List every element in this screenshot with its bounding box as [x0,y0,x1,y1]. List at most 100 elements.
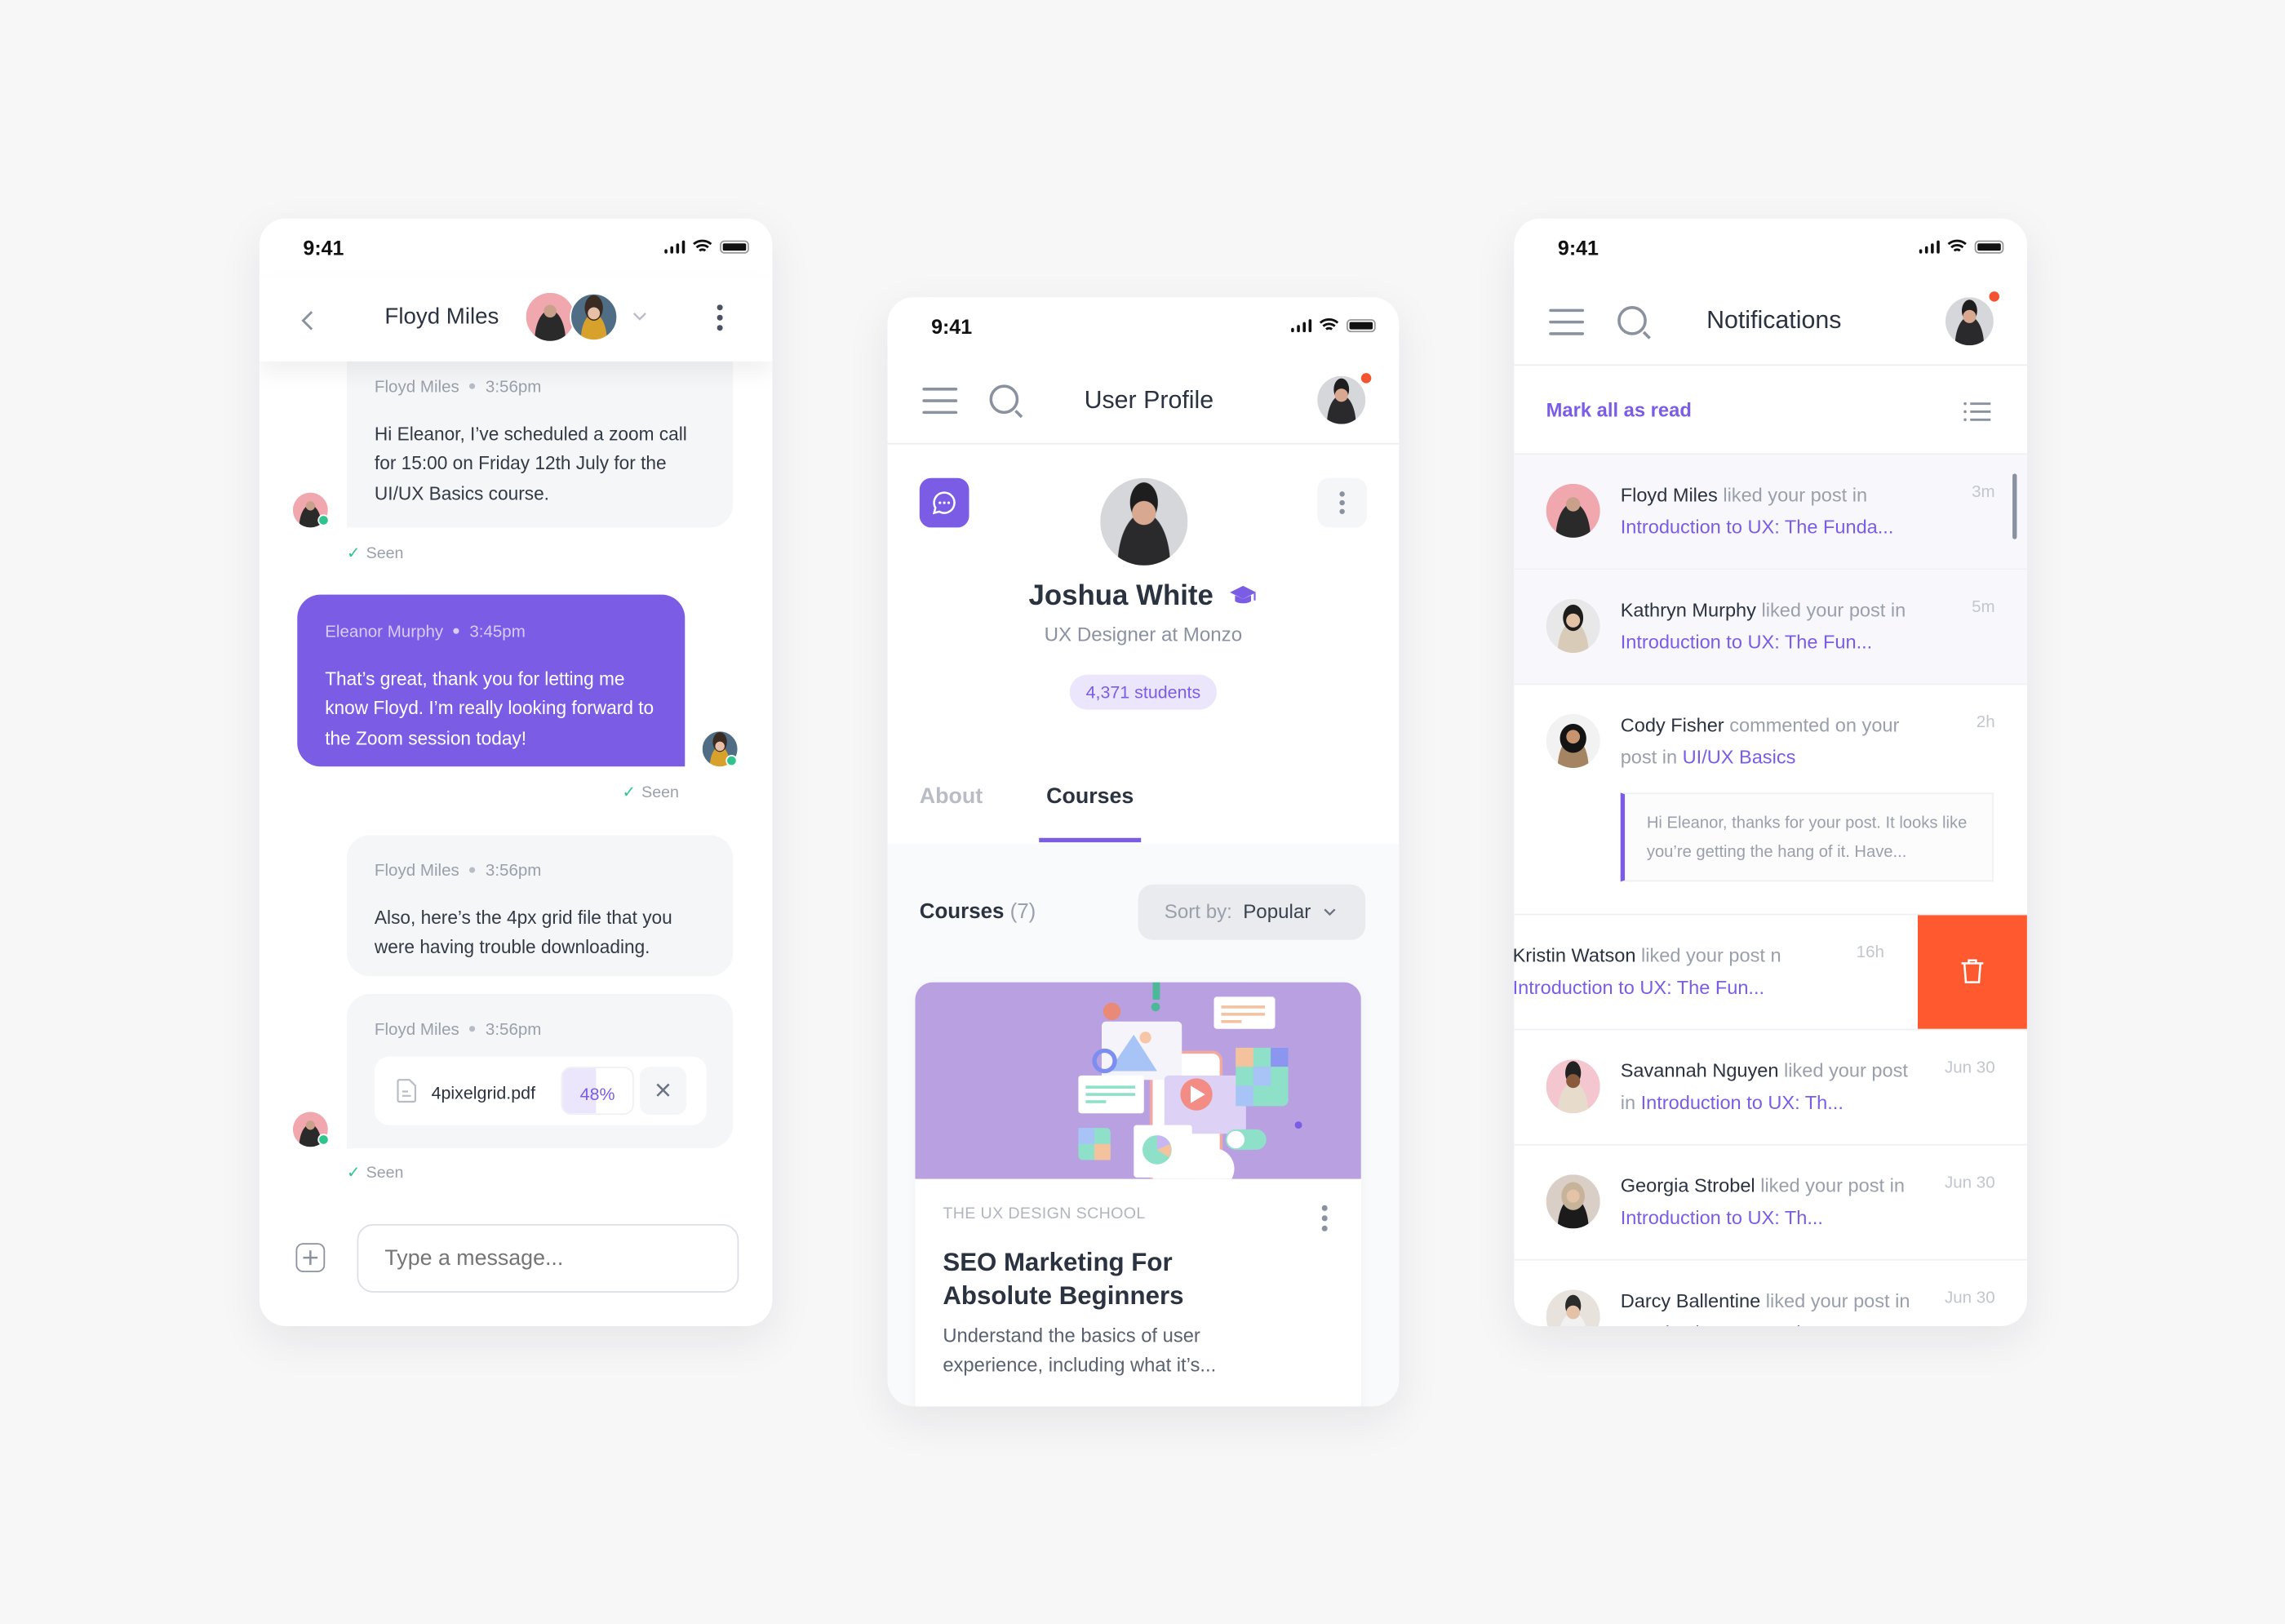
course-thumbnail [915,982,1361,1179]
message-meta: Floyd Miles 3:56pm [374,379,542,397]
user-avatar[interactable] [1317,375,1366,424]
tab-courses[interactable]: Courses [1046,784,1134,809]
cancel-upload-button[interactable] [639,1067,687,1116]
message-user-button[interactable] [919,477,969,528]
notification-time: 5m [1972,598,1995,617]
notification-time: 3m [1972,483,1995,502]
notification-link[interactable]: Introduction to UX: The Fun... [1621,630,1873,652]
profile-header: User Profile [887,362,1400,445]
notification-item[interactable]: Kathryn Murphy liked your post in Introd… [1514,570,2027,686]
notification-text: Kristin Watson liked your post n Introdu… [1514,944,1781,998]
notification-item[interactable]: Cody Fisher commented on your post in UI… [1514,685,2027,916]
message-bubble-outgoing: Eleanor Murphy 3:45pm That’s great, thank… [297,594,686,767]
participant-avatar-eleanor [570,292,619,341]
search-icon[interactable] [1617,305,1647,335]
profile-more-button[interactable] [1317,477,1367,528]
close-icon [656,1083,670,1097]
notification-text: Darcy Ballentine liked your post in Intr… [1621,1285,1912,1326]
scrollbar[interactable] [2012,473,2017,539]
user-avatar[interactable] [1945,297,1994,346]
notification-link[interactable]: UI/UX Basics [1683,745,1796,767]
notification-avatar [1546,713,1600,769]
message-meta: Floyd Miles 3:56pm [374,1021,542,1040]
battery-icon [1974,239,2004,253]
notification-text: Kathryn Murphy liked your post in Introd… [1620,598,1906,653]
notification-link[interactable]: Introduction to UX: Th... [1641,1091,1844,1113]
add-attachment-button[interactable] [295,1243,326,1272]
search-icon[interactable] [989,384,1019,415]
online-indicator [317,514,330,526]
more-options-icon [1339,491,1345,514]
message-text: Hi Eleanor, I’ve scheduled a zoom call f… [374,423,687,504]
chevron-down-icon [1324,908,1336,916]
profile-avatar [1100,477,1188,566]
online-indicator [317,1134,330,1146]
participants-dropdown-icon[interactable] [632,312,647,322]
notification-avatar [1546,1289,1600,1326]
filter-list-icon[interactable] [1963,401,1992,423]
comment-quote: Hi Eleanor, thanks for your post. It loo… [1620,792,1994,882]
back-chevron-icon[interactable] [300,309,315,333]
sort-value: Popular [1243,900,1311,923]
notification-item[interactable]: Floyd Miles liked your post in Introduct… [1514,455,2027,570]
plus-icon [303,1250,318,1265]
menu-icon[interactable] [1549,308,1585,344]
notification-link[interactable]: Introduction to UX: The Funda... [1621,515,1894,537]
message-meta: Eleanor Murphy 3:45pm [325,623,526,641]
file-icon [397,1079,416,1103]
notification-item[interactable]: Darcy Ballentine liked your post in Intr… [1514,1261,2027,1326]
notification-dot [1989,291,1999,302]
notification-time: Jun 30 [1944,1059,1995,1077]
wifi-icon [1947,239,1967,252]
seen-status: ✓ Seen [622,783,680,802]
profile-name-row: Joshua White [887,580,1399,614]
mark-all-read-link[interactable]: Mark all as read [1546,399,1692,421]
seen-status: ✓ Seen [346,1164,404,1183]
upload-progress-label: 48% [579,1084,615,1105]
notification-time: Jun 30 [1944,1289,1995,1307]
profile-screen: 9:41 User Profile Joshua White UX Design… [887,297,1400,1407]
participant-avatar-floyd [526,292,575,341]
status-bar: 9:41 [887,297,1399,355]
notification-avatar [1546,1059,1600,1114]
courses-heading: Courses (7) [919,900,1036,925]
sort-dropdown[interactable]: Sort by: Popular [1138,884,1366,940]
upload-progress: 48% [561,1067,634,1116]
status-time: 9:41 [931,314,973,339]
signal-icon [1918,239,1940,254]
notification-link[interactable]: Introduction to UX: The Fun... [1514,976,1764,998]
file-attachment[interactable]: 4pixelgrid.pdf 48% [374,1056,708,1125]
notification-time: 16h [1856,944,1884,962]
course-school: THE UX DESIGN SCHOOL [943,1205,1146,1223]
message-text: Also, here’s the 4px grid file that you … [374,907,672,958]
course-more-icon[interactable] [1321,1205,1328,1231]
students-badge-wrap: 4,371 students [887,674,1399,710]
battery-icon [720,239,749,253]
notification-time: 2h [1976,713,1995,732]
check-icon: ✓ [346,1164,361,1183]
message-bubble: Floyd Miles 3:56pm Also, here’s the 4px g… [346,835,734,977]
notification-text: Cody Fisher commented on your post in UI… [1620,713,1900,768]
notifications-screen: 9:41 Notifications Mark all as read Floy… [1514,218,2027,1326]
notification-link[interactable]: Introduction to UX: Th... [1621,1321,1823,1326]
course-title: SEO Marketing For Absolute Beginners [943,1247,1184,1311]
status-bar: 9:41 [260,219,773,277]
course-description: Understand the basics of user experience,… [943,1324,1217,1376]
students-badge: 4,371 students [1069,674,1217,710]
notification-item-swiped[interactable]: Kristin Watson liked your post n Introdu… [1514,915,2027,1031]
course-card[interactable]: THE UX DESIGN SCHOOL SEO Marketing For Ab… [915,982,1361,1407]
notifications-header: Notifications [1514,282,2027,366]
trash-icon [1961,959,1984,983]
delete-notification-button[interactable] [1917,915,2027,1029]
message-input[interactable] [357,1223,739,1293]
notification-link[interactable]: Introduction to UX: Th... [1621,1206,1823,1228]
more-options-icon[interactable] [717,304,723,331]
status-bar: 9:41 [1514,219,2027,277]
seen-status: ✓ Seen [346,544,404,563]
course-illustration [1078,982,1302,1179]
notification-text: Georgia Strobel liked your post in Intro… [1620,1174,1905,1228]
notification-item[interactable]: Georgia Strobel liked your post in Intro… [1514,1146,2027,1261]
notification-item[interactable]: Savannah Nguyen liked your post in Intro… [1514,1030,2027,1146]
tab-about[interactable]: About [920,784,983,809]
menu-icon[interactable] [922,387,958,423]
